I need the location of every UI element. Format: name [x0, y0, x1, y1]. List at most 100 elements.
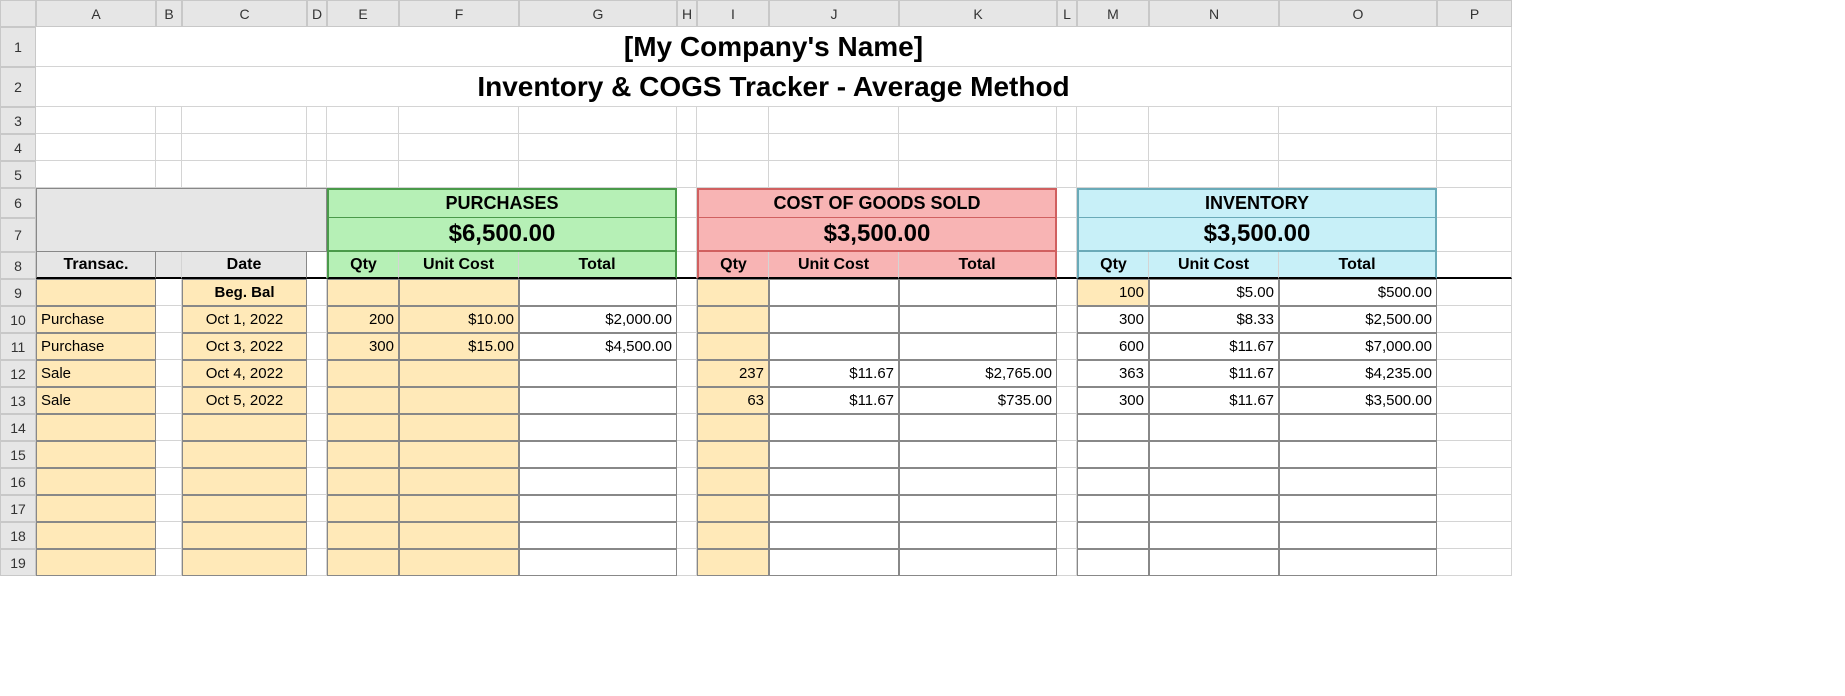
row-header-6[interactable]: 6	[0, 188, 36, 218]
cell-cogs-unitcost[interactable]	[769, 306, 899, 333]
col-header-A[interactable]: A	[36, 0, 156, 27]
cell-date[interactable]: Oct 3, 2022	[182, 333, 307, 360]
cell[interactable]	[1077, 161, 1149, 188]
cell-purch-qty[interactable]	[327, 360, 399, 387]
cell-purch-unitcost[interactable]	[399, 387, 519, 414]
cell[interactable]	[769, 161, 899, 188]
cell-purch-qty[interactable]	[327, 279, 399, 306]
cell[interactable]	[399, 107, 519, 134]
row-header-8[interactable]: 8	[0, 252, 36, 279]
row-header-14[interactable]: 14	[0, 414, 36, 441]
cell-date[interactable]	[182, 522, 307, 549]
col-header-N[interactable]: N	[1149, 0, 1279, 27]
cell[interactable]	[307, 306, 327, 333]
cell[interactable]	[1437, 441, 1512, 468]
cell[interactable]	[307, 414, 327, 441]
cell[interactable]	[677, 279, 697, 306]
cell[interactable]	[519, 107, 677, 134]
cell[interactable]	[677, 360, 697, 387]
cell-inv-unitcost[interactable]	[1149, 441, 1279, 468]
cell-date[interactable]	[182, 468, 307, 495]
cell[interactable]	[307, 333, 327, 360]
col-header-E[interactable]: E	[327, 0, 399, 27]
cell[interactable]	[156, 441, 182, 468]
cell-purch-unitcost[interactable]	[399, 495, 519, 522]
cell[interactable]	[1057, 279, 1077, 306]
row-header-19[interactable]: 19	[0, 549, 36, 576]
cell[interactable]	[677, 107, 697, 134]
cell[interactable]	[1279, 161, 1437, 188]
cell-purch-total[interactable]	[519, 522, 677, 549]
cell-transac[interactable]	[36, 522, 156, 549]
cell-inv-total[interactable]: $3,500.00	[1279, 387, 1437, 414]
cell-date[interactable]	[182, 441, 307, 468]
cell[interactable]	[697, 134, 769, 161]
cell[interactable]	[327, 107, 399, 134]
row-header-2[interactable]: 2	[0, 67, 36, 107]
col-header-I[interactable]: I	[697, 0, 769, 27]
cell-inv-total[interactable]: $7,000.00	[1279, 333, 1437, 360]
cell[interactable]	[307, 441, 327, 468]
row-header-5[interactable]: 5	[0, 161, 36, 188]
cell-inv-qty[interactable]: 300	[1077, 306, 1149, 333]
cell-purch-qty[interactable]	[327, 414, 399, 441]
cell[interactable]	[1057, 387, 1077, 414]
cell[interactable]	[677, 387, 697, 414]
cell-purch-unitcost[interactable]	[399, 279, 519, 306]
cell[interactable]	[677, 188, 697, 218]
cell[interactable]	[36, 161, 156, 188]
cell[interactable]	[307, 107, 327, 134]
cell-cogs-qty[interactable]	[697, 414, 769, 441]
cell-purch-qty[interactable]	[327, 495, 399, 522]
cell-inv-total[interactable]: $4,235.00	[1279, 360, 1437, 387]
cell-cogs-unitcost[interactable]	[769, 441, 899, 468]
cell-cogs-total[interactable]	[899, 549, 1057, 576]
cell[interactable]	[1057, 360, 1077, 387]
cell[interactable]	[677, 306, 697, 333]
cell[interactable]	[399, 134, 519, 161]
cell[interactable]	[677, 333, 697, 360]
cell-purch-total[interactable]: $2,000.00	[519, 306, 677, 333]
cell-purch-total[interactable]	[519, 549, 677, 576]
row-header-12[interactable]: 12	[0, 360, 36, 387]
cell-date[interactable]	[182, 549, 307, 576]
cell[interactable]	[156, 549, 182, 576]
select-all-corner[interactable]	[0, 0, 36, 27]
cell[interactable]	[1437, 549, 1512, 576]
cell-purch-unitcost[interactable]: $15.00	[399, 333, 519, 360]
cell-cogs-qty[interactable]	[697, 468, 769, 495]
cell[interactable]	[899, 107, 1057, 134]
cell-purch-total[interactable]	[519, 414, 677, 441]
cell-inv-unitcost[interactable]: $5.00	[1149, 279, 1279, 306]
cell-inv-total[interactable]	[1279, 549, 1437, 576]
cell[interactable]	[1057, 188, 1077, 218]
cell[interactable]	[156, 468, 182, 495]
cell[interactable]	[1057, 522, 1077, 549]
cell[interactable]	[1077, 107, 1149, 134]
col-header-L[interactable]: L	[1057, 0, 1077, 27]
cell-transac[interactable]	[36, 495, 156, 522]
cell-cogs-unitcost[interactable]	[769, 522, 899, 549]
cell-purch-qty[interactable]	[327, 522, 399, 549]
cell-inv-qty[interactable]: 600	[1077, 333, 1149, 360]
cell[interactable]	[156, 161, 182, 188]
cell[interactable]	[1437, 188, 1512, 218]
cell-inv-unitcost[interactable]: $11.67	[1149, 387, 1279, 414]
cell[interactable]	[769, 107, 899, 134]
cell[interactable]	[307, 134, 327, 161]
cell-inv-unitcost[interactable]	[1149, 549, 1279, 576]
cell[interactable]	[1437, 468, 1512, 495]
cell-purch-total[interactable]	[519, 468, 677, 495]
cell-purch-total[interactable]: $4,500.00	[519, 333, 677, 360]
cell-date[interactable]	[182, 414, 307, 441]
cell[interactable]	[1437, 161, 1512, 188]
cell[interactable]	[36, 107, 156, 134]
cell-inv-qty[interactable]: 300	[1077, 387, 1149, 414]
cell[interactable]	[1149, 107, 1279, 134]
row-header-9[interactable]: 9	[0, 279, 36, 306]
cell[interactable]	[327, 134, 399, 161]
cell[interactable]	[1057, 107, 1077, 134]
cell[interactable]	[1057, 134, 1077, 161]
cell-inv-unitcost[interactable]: $8.33	[1149, 306, 1279, 333]
row-header-4[interactable]: 4	[0, 134, 36, 161]
